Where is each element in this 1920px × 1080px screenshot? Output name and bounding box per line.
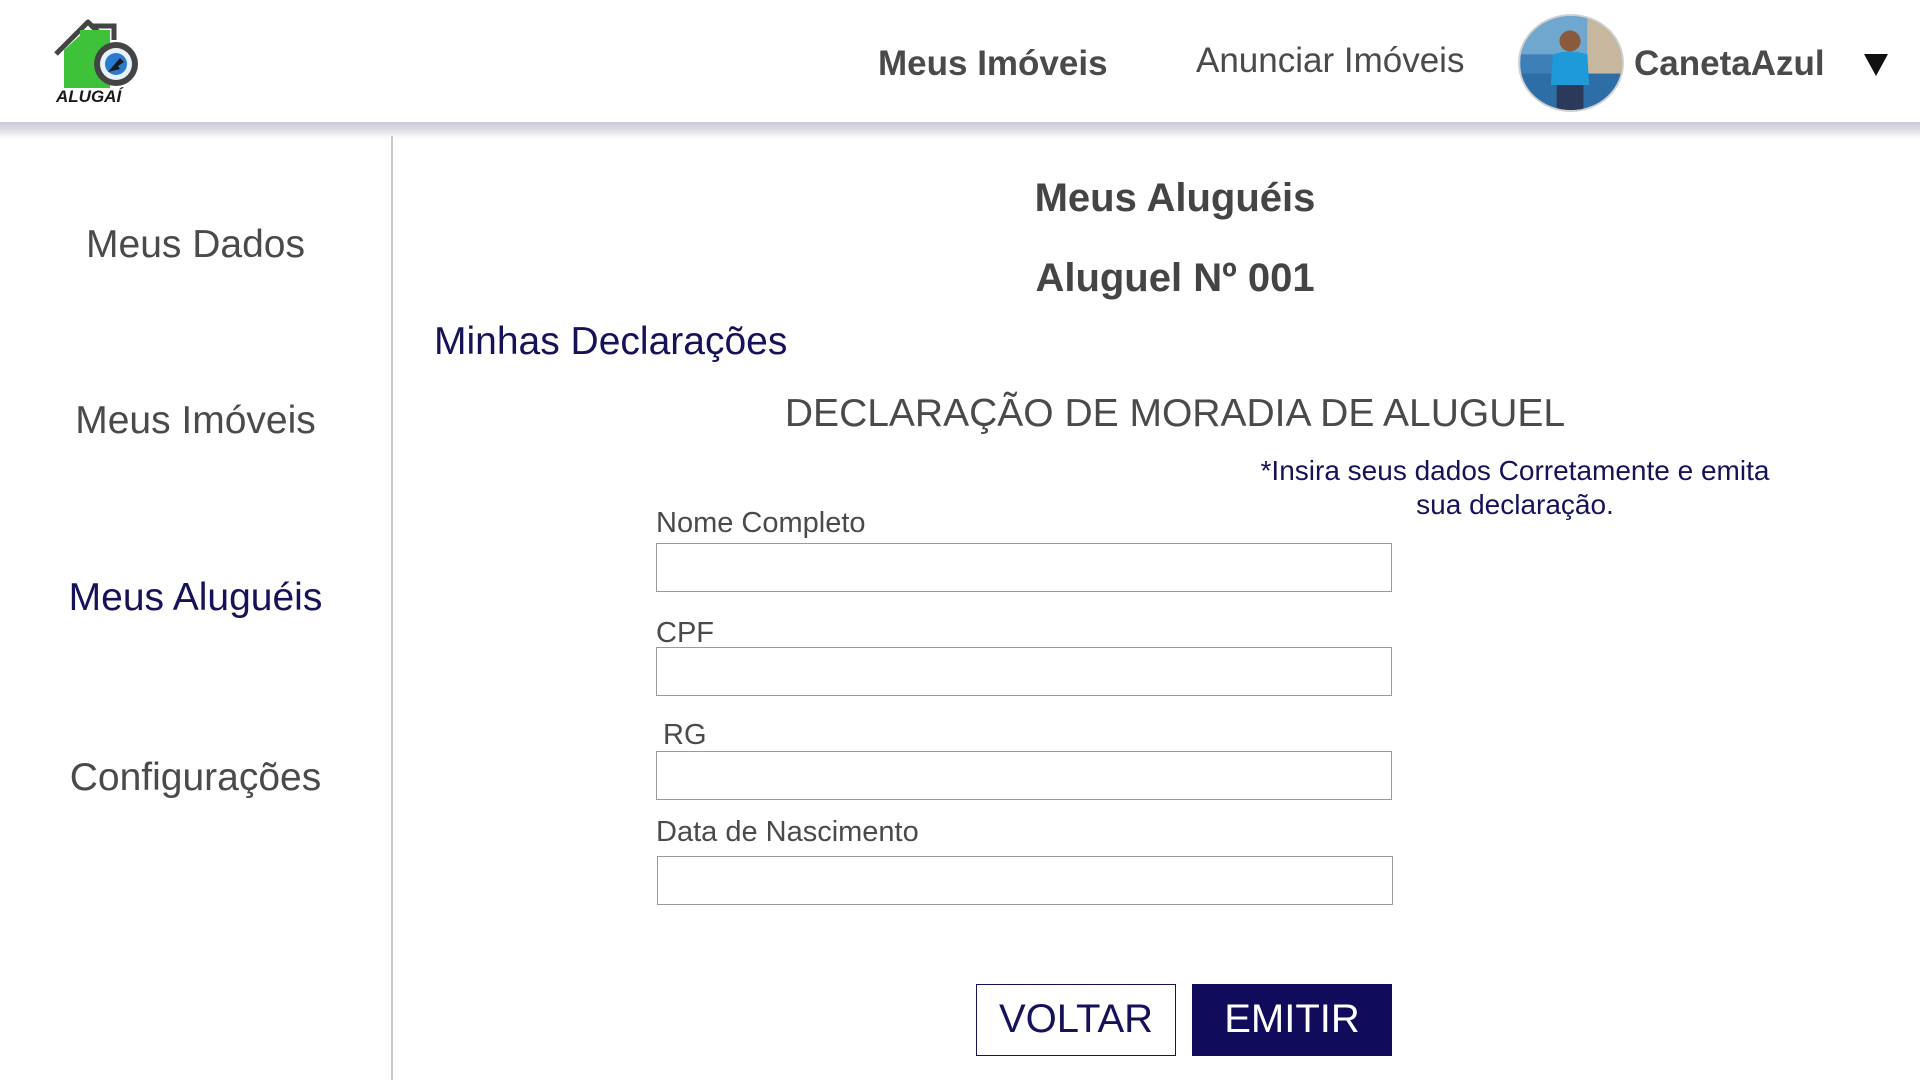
header-divider [0, 122, 1920, 140]
nome-completo-label: Nome Completo [656, 507, 866, 539]
page-title: Meus Aluguéis [1034, 176, 1316, 220]
sidebar-item-meus-dados[interactable]: Meus Dados [0, 221, 391, 269]
rg-input[interactable] [656, 751, 1392, 800]
nome-completo-input[interactable] [656, 543, 1392, 592]
rg-label: RG [663, 719, 707, 751]
document-title: DECLARAÇÃO DE MORADIA DE ALUGUEL [784, 392, 1566, 435]
sidebar-item-meus-imoveis[interactable]: Meus Imóveis [0, 397, 391, 445]
sidebar-item-meus-alugueis[interactable]: Meus Aluguéis [0, 574, 391, 622]
user-avatar[interactable] [1518, 14, 1624, 112]
nav-meus-imoveis[interactable]: Meus Imóveis [878, 43, 1108, 85]
chevron-down-icon[interactable] [1862, 52, 1890, 78]
page: ALUGAÍ Meus Imóveis Anunciar Imóveis Can… [0, 0, 1920, 1080]
data-nascimento-input[interactable] [657, 856, 1393, 905]
top-header: ALUGAÍ Meus Imóveis Anunciar Imóveis Can… [0, 0, 1920, 124]
cpf-label: CPF [656, 617, 714, 649]
instruction-note: *Insira seus dados Corretamente e emita … [1260, 455, 1770, 520]
section-title: Minhas Declarações [434, 320, 788, 363]
nav-anunciar-imoveis[interactable]: Anunciar Imóveis [1196, 40, 1464, 82]
alugai-logo[interactable]: ALUGAÍ [50, 14, 154, 106]
sidebar-item-configuracoes[interactable]: Configurações [0, 754, 391, 802]
data-nascimento-label: Data de Nascimento [656, 816, 919, 848]
cpf-input[interactable] [656, 647, 1392, 696]
username[interactable]: CanetaAzul [1634, 43, 1825, 85]
rental-number-title: Aluguel Nº 001 [1035, 256, 1315, 300]
voltar-button[interactable]: VOLTAR [976, 984, 1176, 1056]
sidebar-divider [391, 136, 393, 1080]
logo-text: ALUGAÍ [55, 87, 124, 106]
emitir-button[interactable]: EMITIR [1192, 984, 1392, 1056]
